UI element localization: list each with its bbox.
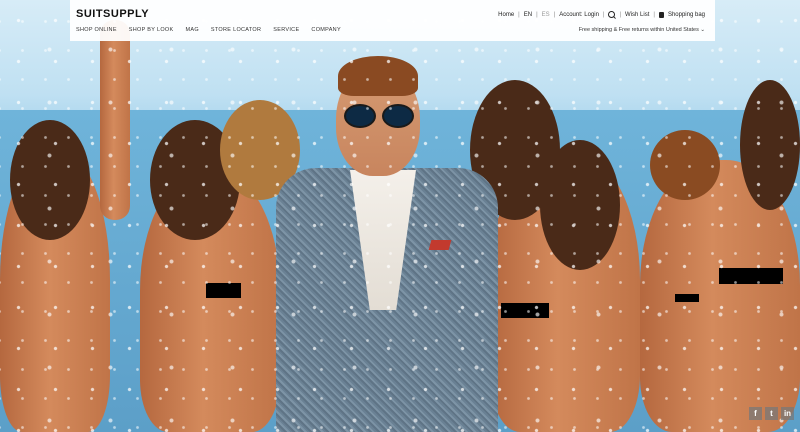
separator: |	[602, 11, 605, 18]
nav-mag[interactable]: MAG	[185, 27, 198, 33]
facebook-icon[interactable]: f	[749, 407, 762, 420]
shopping-bag-link[interactable]: Shopping bag	[668, 12, 705, 18]
account-login-link[interactable]: Account: Login	[559, 12, 599, 18]
site-logo[interactable]: SUITSUPPLY	[76, 8, 149, 20]
nav-shop-by-look[interactable]: SHOP BY LOOK	[129, 27, 174, 33]
nav-store-locator[interactable]: STORE LOCATOR	[211, 27, 261, 33]
chevron-down-icon: ⌄	[700, 27, 705, 33]
separator: |	[553, 11, 556, 18]
hero-image	[0, 0, 800, 432]
shipping-promo-text: Free shipping & Free returns within Unit…	[578, 27, 699, 33]
separator: |	[653, 11, 655, 18]
nav-shop-online[interactable]: SHOP ONLINE	[76, 27, 117, 33]
wishlist-link[interactable]: Wish List	[625, 12, 649, 18]
separator: |	[619, 11, 622, 18]
site-header: SUITSUPPLY SHOP ONLINE SHOP BY LOOK MAG …	[70, 0, 715, 41]
shipping-promo[interactable]: Free shipping & Free returns within Unit…	[579, 27, 705, 33]
social-links: f t in	[749, 407, 794, 420]
twitter-icon[interactable]: t	[765, 407, 778, 420]
nav-company[interactable]: COMPANY	[311, 27, 341, 33]
main-nav: SHOP ONLINE SHOP BY LOOK MAG STORE LOCAT…	[76, 27, 341, 33]
water-droplets	[0, 0, 800, 432]
separator: |	[536, 11, 538, 18]
shopping-bag-icon[interactable]	[658, 11, 664, 18]
utility-links: Home | EN | ES | Account: Login | | Wish…	[498, 11, 705, 18]
language-en[interactable]: EN	[524, 12, 532, 18]
home-link[interactable]: Home	[498, 12, 514, 18]
linkedin-icon[interactable]: in	[781, 407, 794, 420]
language-es[interactable]: ES	[542, 12, 550, 18]
search-icon[interactable]	[608, 11, 616, 18]
separator: |	[518, 11, 520, 18]
nav-service[interactable]: SERVICE	[273, 27, 299, 33]
